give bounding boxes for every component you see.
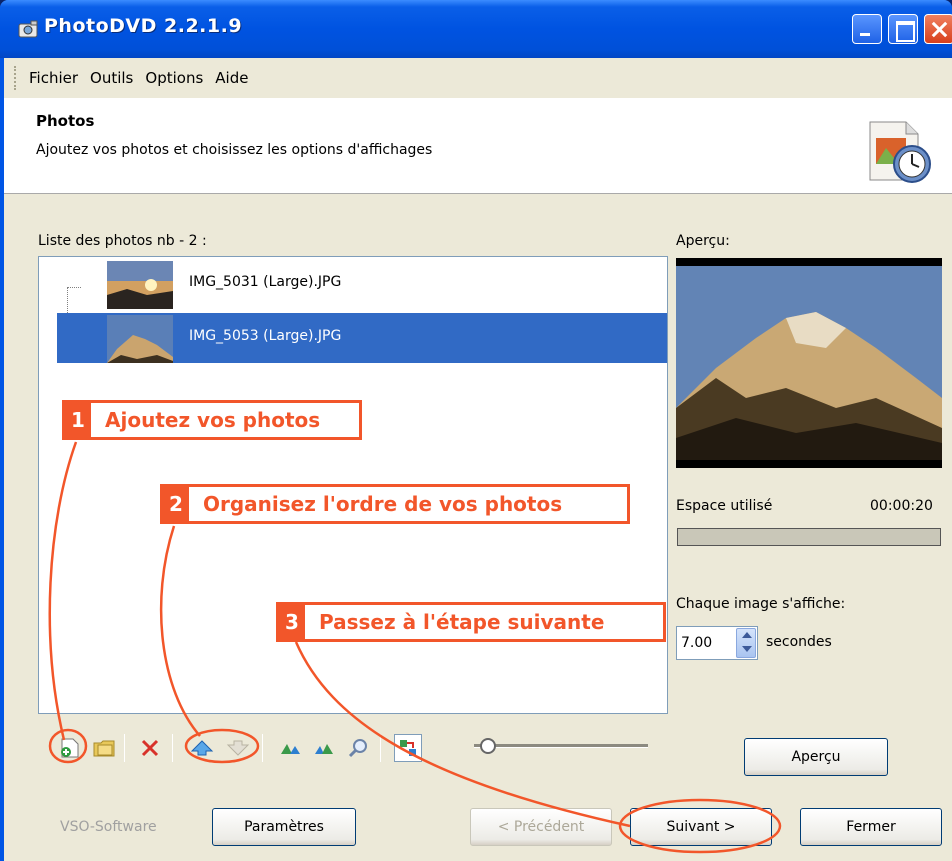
zoom-slider-track[interactable] [474,744,648,748]
stepper-arrows[interactable] [736,628,756,658]
duration-value: 00:00:20 [870,498,933,514]
callout-add-photos: 1 Ajoutez vos photos [62,400,362,440]
callout-number: 2 [163,487,189,521]
title-bar[interactable]: PhotoDVD 2.2.1.9 [0,0,952,58]
close-button[interactable]: Fermer [800,808,942,846]
callout-number: 3 [279,605,305,639]
callout-text: Passez à l'étape suivante [319,610,605,634]
display-time-label: Chaque image s'affiche: [676,596,846,612]
add-photo-icon[interactable] [56,734,84,762]
page-subtitle: Ajoutez vos photos et choisissez les opt… [36,142,433,158]
seconds-value: 7.00 [681,635,713,651]
params-button[interactable]: Paramètres [212,808,356,846]
callout-number: 1 [65,403,91,437]
menu-grip [14,66,17,90]
list-item[interactable]: IMG_5031 (Large).JPG [57,259,667,309]
toolbar-separator [262,734,263,762]
rotate-right-icon[interactable] [310,734,338,762]
callout-next-step: 3 Passez à l'étape suivante [276,602,666,642]
next-button[interactable]: Suivant > [630,808,772,846]
callout-organize: 2 Organisez l'ordre de vos photos [160,484,630,524]
maximize-button[interactable] [888,14,918,44]
minimize-button[interactable] [852,14,882,44]
photo-filename: IMG_5031 (Large).JPG [189,274,342,290]
menu-bar: Fichier Outils Options Aide [4,58,952,98]
list-item-selected[interactable]: IMG_5053 (Large).JPG [57,313,667,363]
menu-options[interactable]: Options [143,67,205,89]
photo-clock-icon [869,121,931,183]
photo-list-label: Liste des photos nb - 2 : [38,233,207,249]
seconds-stepper[interactable]: 7.00 [676,626,758,660]
toolbar-separator [172,734,173,762]
photo-thumbnail [107,315,173,363]
close-window-button[interactable] [924,14,952,44]
zoom-slider-thumb[interactable] [480,738,496,754]
add-folder-icon[interactable] [90,734,118,762]
preview-button[interactable]: Aperçu [744,738,888,776]
toolbar-separator [380,734,381,762]
photo-filename: IMG_5053 (Large).JPG [189,328,342,344]
menu-aide[interactable]: Aide [213,67,250,89]
sort-icon[interactable] [394,734,422,762]
menu-outils[interactable]: Outils [88,67,135,89]
preview-image [676,258,942,468]
space-used-label: Espace utilisé [676,498,773,514]
rotate-left-icon[interactable] [276,734,304,762]
move-up-icon[interactable] [188,734,216,762]
callout-text: Organisez l'ordre de vos photos [203,492,563,516]
delete-icon[interactable] [136,734,164,762]
window-title: PhotoDVD 2.2.1.9 [44,15,243,37]
app-icon [18,20,38,38]
space-used-bar [677,528,941,546]
zoom-icon[interactable] [344,734,372,762]
brand-label: VSO-Software [60,819,157,835]
page-header: Photos Ajoutez vos photos et choisissez … [4,98,952,194]
menu-fichier[interactable]: Fichier [27,67,80,89]
toolbar-separator [124,734,125,762]
photo-thumbnail [107,261,173,309]
move-down-icon[interactable] [224,734,252,762]
preview-label: Aperçu: [676,233,730,249]
previous-button[interactable]: < Précédent [470,808,612,846]
seconds-unit-label: secondes [766,634,832,650]
app-window: PhotoDVD 2.2.1.9 Fichier Outils Options … [0,0,952,861]
photo-toolbar [44,728,464,768]
callout-text: Ajoutez vos photos [105,408,321,432]
page-title: Photos [36,112,95,130]
